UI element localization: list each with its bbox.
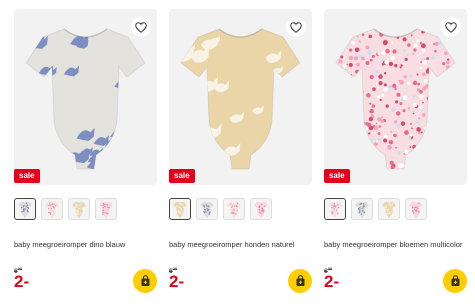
product-card[interactable]: sale baby meegroeiromper dino blauw 600 … — [14, 9, 157, 299]
old-price-cents: 00 — [327, 266, 333, 271]
color-swatches — [14, 198, 157, 222]
swatch-bodysuit-thumbnail — [409, 201, 423, 218]
product-name[interactable]: baby meegroeiromper bloemen multicolor — [324, 240, 464, 249]
swatch-bodysuit-thumbnail — [254, 201, 268, 218]
swatch-bodysuit-thumbnail — [382, 201, 396, 218]
add-to-cart-button[interactable] — [288, 269, 312, 293]
color-swatch[interactable] — [68, 198, 90, 220]
old-price-cents: 00 — [172, 266, 178, 271]
bodysuit-image — [25, 28, 146, 170]
color-swatch[interactable] — [405, 198, 427, 220]
shopping-bag-icon — [141, 275, 149, 286]
product-card[interactable]: sale baby meegroeiromper bloemen multico… — [324, 9, 467, 299]
old-price-cents: 00 — [17, 266, 23, 271]
product-name[interactable]: baby meegroeiromper dino blauw — [14, 240, 154, 249]
swatch-bodysuit-thumbnail — [99, 201, 113, 218]
color-swatch[interactable] — [324, 198, 346, 220]
product-image[interactable]: sale — [324, 9, 467, 185]
product-image[interactable]: sale — [14, 9, 157, 185]
sale-badge: sale — [324, 169, 350, 183]
sale-badge: sale — [14, 169, 40, 183]
add-to-cart-button[interactable] — [443, 269, 467, 293]
swatch-bodysuit-thumbnail — [45, 201, 59, 218]
heart-icon[interactable] — [131, 17, 151, 37]
color-swatch[interactable] — [95, 198, 117, 220]
add-to-cart-button[interactable] — [133, 269, 157, 293]
swatch-bodysuit-thumbnail — [328, 201, 342, 218]
bodysuit-image — [180, 28, 301, 170]
sale-price: 2- — [324, 272, 340, 291]
product-card[interactable]: sale baby meegroeiromper honden naturel … — [169, 9, 312, 299]
color-swatch[interactable] — [250, 198, 272, 220]
swatch-bodysuit-thumbnail — [227, 201, 241, 218]
color-swatch[interactable] — [223, 198, 245, 220]
swatch-bodysuit-thumbnail — [173, 201, 187, 218]
color-swatches — [169, 198, 312, 222]
color-swatch[interactable] — [169, 198, 191, 220]
product-grid: sale baby meegroeiromper dino blauw 600 … — [14, 9, 468, 299]
product-name[interactable]: baby meegroeiromper honden naturel — [169, 240, 309, 249]
color-swatches — [324, 198, 467, 222]
color-swatch[interactable] — [14, 198, 36, 220]
shopping-bag-icon — [296, 275, 304, 286]
color-swatch[interactable] — [196, 198, 218, 220]
product-image[interactable]: sale — [169, 9, 312, 185]
heart-icon[interactable] — [286, 17, 306, 37]
color-swatch[interactable] — [41, 198, 63, 220]
sale-badge: sale — [169, 169, 195, 183]
shopping-bag-icon — [451, 275, 459, 286]
sale-price: 2- — [169, 272, 185, 291]
heart-icon[interactable] — [441, 17, 461, 37]
swatch-bodysuit-thumbnail — [18, 201, 32, 218]
swatch-bodysuit-thumbnail — [200, 201, 214, 218]
bodysuit-image — [335, 28, 456, 170]
sale-price: 2- — [14, 272, 30, 291]
swatch-bodysuit-thumbnail — [355, 201, 369, 218]
color-swatch[interactable] — [351, 198, 373, 220]
swatch-bodysuit-thumbnail — [72, 201, 86, 218]
color-swatch[interactable] — [378, 198, 400, 220]
